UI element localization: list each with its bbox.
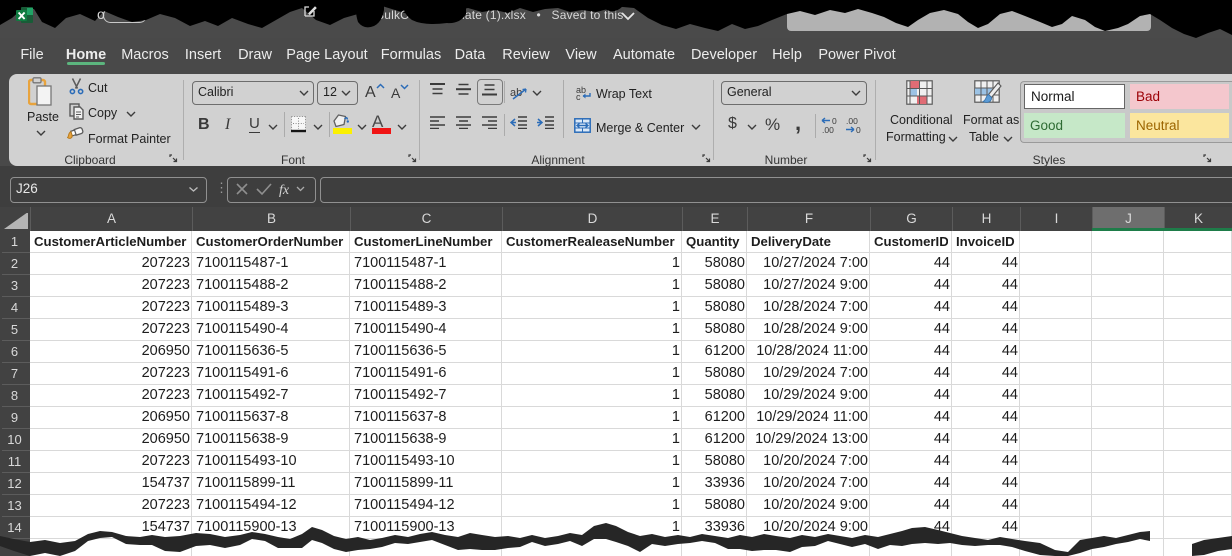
svg-text:0: 0 xyxy=(856,125,861,134)
svg-text:fx: fx xyxy=(279,183,290,197)
svg-text:.00: .00 xyxy=(822,125,834,134)
svg-text:c: c xyxy=(576,92,581,100)
